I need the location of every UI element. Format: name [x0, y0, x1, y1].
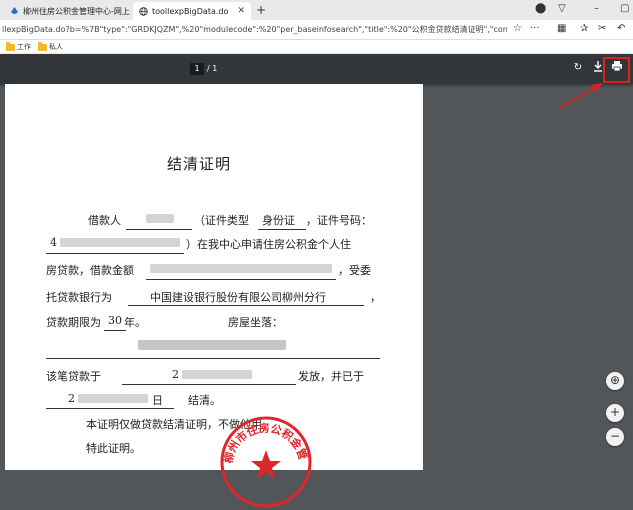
id-type-label: （证件类型 [194, 212, 249, 228]
redacted-id-number [60, 238, 180, 247]
underline [258, 229, 306, 230]
pdf-toolbar: 1 / 1 ↻ [0, 54, 633, 84]
more-actions-icon[interactable]: ··· [530, 23, 540, 34]
tab-label: 柳州住房公积金管理中心-网上 [23, 6, 130, 17]
zoom-in-button[interactable]: + [606, 404, 624, 422]
day-unit: 日 [152, 392, 163, 408]
redacted-settle-date [78, 394, 148, 403]
issued-settled-text: 发放，并已于 [298, 368, 364, 384]
issue-date-prefix: 2 [172, 368, 179, 381]
pocket-icon[interactable]: ▽ [558, 3, 566, 14]
zoom-out-button[interactable]: − [606, 428, 624, 446]
screenshot-cut-icon[interactable]: ✂ [598, 23, 606, 34]
underline [126, 229, 192, 230]
document-title: 结清证明 [167, 153, 231, 174]
underline [46, 253, 184, 254]
close-tab-icon[interactable]: ✕ [231, 6, 245, 16]
print-button-highlight [603, 57, 630, 83]
url-input[interactable]: llexpBigData.do?b=%7B"type":"GRDKJQZM",%… [2, 24, 507, 35]
hereby-certify: 特此证明。 [86, 440, 141, 456]
settled-text: 结清。 [188, 392, 221, 408]
borrower-label: 借款人 [88, 212, 121, 228]
property-location-label: 房屋坐落： [228, 314, 283, 330]
redacted-property-address [138, 340, 286, 350]
site-favicon-icon [10, 7, 19, 16]
application-text: ）在我中心申请住房公积金个人住 [186, 236, 351, 252]
redacted-issue-date [182, 370, 252, 379]
fit-to-page-icon: ⊕ [610, 373, 620, 387]
entrusted-text: ，受委 [338, 262, 371, 278]
loan-term-value: 30 [108, 314, 122, 327]
loan-issued-label: 该笔贷款于 [46, 368, 101, 384]
minus-icon: − [610, 429, 620, 443]
year-unit: 年。 [124, 314, 146, 330]
id-type-value: 身份证 [262, 212, 295, 228]
bookmark-star-icon[interactable]: ☆ [513, 23, 522, 34]
apps-grid-icon[interactable]: ▦ [557, 23, 566, 34]
folder-icon [6, 44, 15, 51]
restore-icon[interactable]: ▢ [620, 3, 629, 14]
rotate-icon[interactable]: ↻ [571, 60, 585, 76]
address-bar: llexpBigData.do?b=%7B"type":"GRDKJQZM",%… [0, 20, 633, 40]
tab-label: toollexpBigData.do [152, 7, 228, 16]
fit-page-button[interactable]: ⊕ [606, 372, 624, 390]
bookmark-label: 私人 [49, 42, 63, 52]
underline [104, 330, 126, 331]
plus-icon: + [610, 405, 620, 419]
folder-icon [38, 44, 47, 51]
bank-label: 托贷款银行为 [46, 289, 112, 305]
globe-icon [139, 7, 148, 16]
id-number-label: ，证件号码： [306, 212, 372, 228]
loan-amount-label: 房贷款，借款金额 [46, 262, 134, 278]
tab-housing-fund[interactable]: 柳州住房公积金管理中心-网上 ✕ [4, 2, 130, 20]
comma: ， [370, 289, 381, 305]
page-number-input[interactable]: 1 [190, 63, 204, 75]
tab-expbigdata[interactable]: toollexpBigData.do ✕ [133, 2, 251, 20]
underline [46, 358, 380, 359]
bookmarks-bar: 工作 私人 [0, 40, 633, 54]
settle-date-prefix: 2 [68, 392, 75, 405]
new-tab-icon[interactable]: + [256, 3, 266, 17]
redacted-loan-amount [150, 264, 332, 273]
minimize-icon[interactable]: – [594, 3, 599, 14]
browser-tab-strip: 柳州住房公积金管理中心-网上 ✕ toollexpBigData.do ✕ + … [0, 0, 633, 20]
page-total: / 1 [207, 63, 217, 75]
underline [128, 305, 364, 306]
favorites-icon[interactable]: ✰ [580, 23, 588, 34]
loan-term-label: 贷款期限为 [46, 314, 101, 330]
underline [46, 408, 174, 409]
official-seal: 柳州市住房公积金管理中心 [218, 414, 314, 510]
undo-icon[interactable]: ↶ [617, 23, 625, 34]
bookmark-folder-work[interactable]: 工作 [6, 42, 31, 52]
bookmark-folder-private[interactable]: 私人 [38, 42, 63, 52]
redacted-borrower-name [146, 214, 174, 223]
account-icon[interactable]: ⬤ [535, 3, 546, 14]
bookmark-label: 工作 [17, 42, 31, 52]
bank-name: 中国建设银行股份有限公司柳州分行 [150, 289, 326, 305]
id-number-prefix: 4 [50, 236, 57, 249]
underline [122, 384, 296, 385]
underline [146, 279, 336, 280]
